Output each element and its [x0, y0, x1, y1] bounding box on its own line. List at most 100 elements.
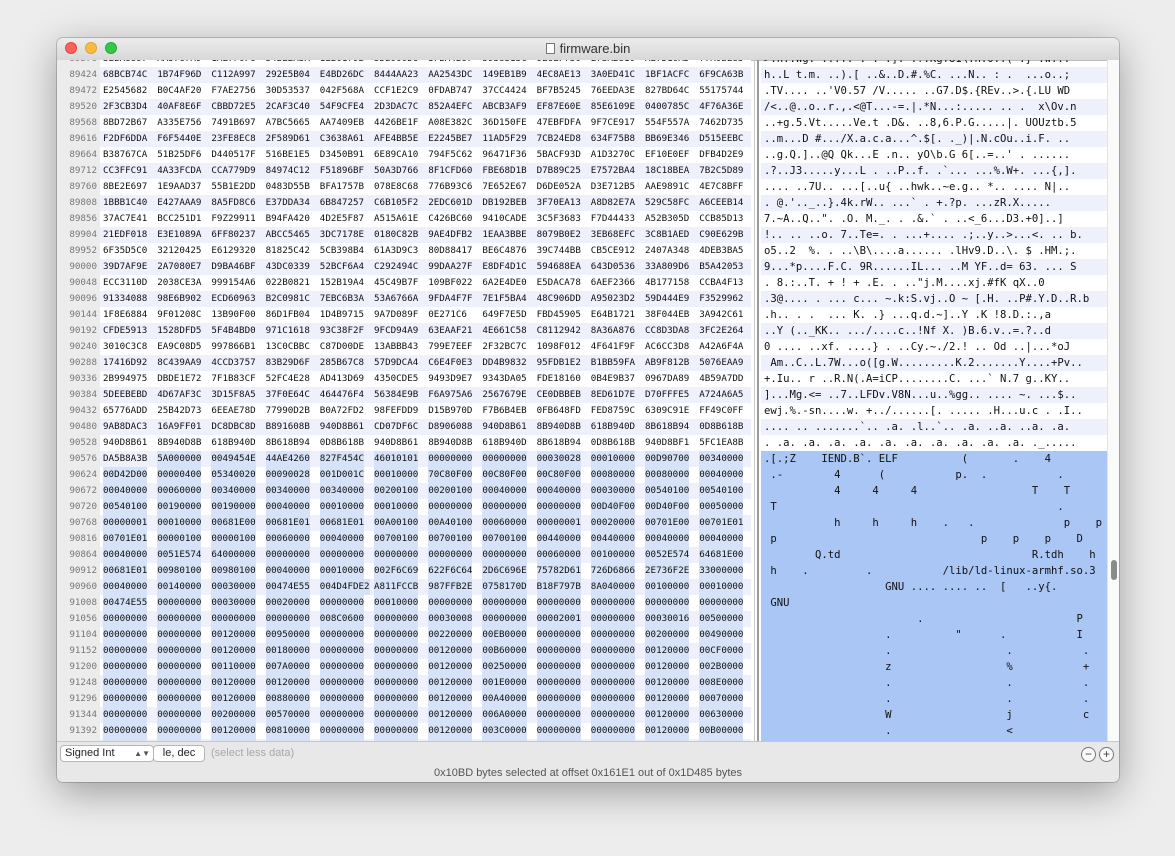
- hex-group[interactable]: 00000000: [590, 643, 636, 659]
- hex-group[interactable]: EA9C08D5: [157, 339, 201, 355]
- hex-group[interactable]: 9A7D089F: [374, 307, 418, 323]
- hex-group[interactable]: 00030000: [590, 483, 636, 499]
- hex-group[interactable]: DD4B9832: [482, 355, 526, 371]
- hex-group[interactable]: 8A5FD8C6: [211, 195, 255, 211]
- hex-row[interactable]: 90000 39D7AF9E 2A7080E7 D9BA46BF 43DC0339 52B…: [57, 259, 751, 275]
- ascii-row[interactable]: 9...*p....F.C. 9R......IL... ..M YF..d= …: [761, 259, 1107, 275]
- hex-group[interactable]: 00490000: [699, 627, 744, 643]
- ascii-row[interactable]: 4 4 4 T T: [761, 483, 1107, 499]
- hex-group[interactable]: 794F5C62: [428, 147, 472, 163]
- hex-group[interactable]: 00000000: [103, 659, 148, 675]
- hex-group[interactable]: 00220000: [428, 627, 473, 643]
- ascii-row[interactable]: ..g.Q.]..@Q Qk...E .n.. yO\b.G 6[..=..' …: [761, 147, 1107, 163]
- hex-group[interactable]: 8B940D8B: [428, 435, 472, 451]
- hex-group[interactable]: 7EBC6B3A: [320, 291, 364, 307]
- hex-group[interactable]: 00000000: [157, 675, 202, 691]
- hex-row[interactable]: 90576 DA5B8A3B 5A000000 0049454E 44AE4260 827…: [57, 451, 751, 467]
- hex-row[interactable]: 89904 21EDF018 E3E1089A 6FF80237 ABCC5465 3DC…: [57, 227, 751, 243]
- hex-group[interactable]: 0D8B618B: [699, 419, 743, 435]
- ascii-row[interactable]: GNU: [761, 595, 1107, 611]
- hex-group[interactable]: 4E7C8BFF: [699, 179, 743, 195]
- hex-group[interactable]: 1EB0179B: [320, 60, 364, 67]
- hex-group[interactable]: AD413D69: [320, 371, 364, 387]
- hex-group[interactable]: 00000000: [319, 627, 365, 643]
- hex-group[interactable]: 0B4E9B37: [591, 371, 635, 387]
- hex-group[interactable]: F7B6B4EB: [482, 403, 526, 419]
- hex-group[interactable]: 33A809D6: [645, 259, 689, 275]
- hex-group[interactable]: 00681E01: [265, 515, 310, 531]
- hex-group[interactable]: 9F7CE917: [591, 115, 635, 131]
- hex-group[interactable]: 00000000: [536, 691, 581, 707]
- hex-group[interactable]: 00D42D00: [103, 467, 148, 483]
- hex-group[interactable]: D6DE052A: [537, 179, 581, 195]
- add-inspector-button[interactable]: +: [1099, 747, 1114, 762]
- hex-group[interactable]: 00B00000: [699, 723, 744, 739]
- hex-group[interactable]: 00080000: [645, 467, 690, 483]
- hex-group[interactable]: 00000400: [157, 467, 202, 483]
- hex-group[interactable]: 8ED61D7E: [591, 387, 635, 403]
- hex-group[interactable]: 00000001: [103, 515, 148, 531]
- hex-group[interactable]: 00040000: [536, 483, 581, 499]
- hex-group[interactable]: 3C8B1AED: [645, 227, 689, 243]
- hex-group[interactable]: 285B67C8: [320, 355, 364, 371]
- hex-group[interactable]: CCA779D9: [211, 163, 255, 179]
- hex-group[interactable]: 30D53537: [266, 83, 310, 99]
- hex-group[interactable]: 002F6C69: [374, 563, 419, 579]
- hex-group[interactable]: 00000000: [319, 675, 365, 691]
- hex-row[interactable]: 89424 68BCB74C 1B74F96D C112A997 292E5B04 E4B…: [57, 67, 751, 83]
- hex-row[interactable]: 90768 00000001 00010000 00681E00 00681E01 006…: [57, 515, 751, 531]
- hex-group[interactable]: 00000000: [157, 723, 202, 739]
- hex-group[interactable]: 61A3D9C3: [374, 243, 418, 259]
- hex-group[interactable]: 00000000: [157, 691, 202, 707]
- hex-group[interactable]: 971C1618: [266, 323, 310, 339]
- ascii-row[interactable]: .[.;Z IEND.B`. ELF ( . 4: [761, 451, 1107, 467]
- hex-group[interactable]: 00000000: [319, 691, 365, 707]
- hex-group[interactable]: 33000000: [699, 563, 744, 579]
- hex-group[interactable]: E2245BE7: [428, 131, 472, 147]
- hex-group[interactable]: 00120000: [265, 675, 310, 691]
- hex-group[interactable]: 00000001: [536, 515, 581, 531]
- hex-group[interactable]: 00A00100: [374, 515, 419, 531]
- hex-group[interactable]: 00880000: [265, 691, 310, 707]
- hex-row[interactable]: 90144 1F8E6884 9F01208C 13B90F00 86D1FB04 1D4…: [57, 307, 751, 323]
- hex-group[interactable]: 00040000: [699, 467, 744, 483]
- hex-group[interactable]: CC8D3DA8: [645, 323, 689, 339]
- data-type-select[interactable]: Signed Int ▲▼: [60, 745, 154, 762]
- ascii-row[interactable]: 0 .... ..xf. ....} . ..Cy.~./2.! .. Od .…: [761, 339, 1107, 355]
- hex-group[interactable]: 2F3CB3D4: [103, 99, 147, 115]
- hex-group[interactable]: 00120000: [428, 691, 473, 707]
- hex-group[interactable]: F7AE2756: [211, 83, 255, 99]
- ascii-row[interactable]: .3@.... . ... c... ~.k:S.vj..O ~ [.H. ..…: [761, 291, 1107, 307]
- hex-group[interactable]: 00120000: [428, 659, 473, 675]
- hex-group[interactable]: 00340000: [699, 451, 744, 467]
- hex-group[interactable]: 00000000: [374, 723, 419, 739]
- hex-group[interactable]: 63EAAF21: [428, 323, 472, 339]
- hex-group[interactable]: 0FB648FD: [537, 403, 581, 419]
- hex-group[interactable]: AA7409EB: [320, 115, 364, 131]
- hex-group[interactable]: 4E661C58: [482, 323, 526, 339]
- hex-group[interactable]: 37F0E64C: [266, 387, 310, 403]
- hex-group[interactable]: 7F1B83CF: [211, 371, 255, 387]
- hex-group[interactable]: 4426BE1F: [374, 115, 418, 131]
- hex-group[interactable]: 7E652E67: [482, 179, 526, 195]
- hex-group[interactable]: C112A997: [211, 67, 255, 83]
- hex-group[interactable]: 00340000: [265, 483, 310, 499]
- hex-group[interactable]: 40AF8E6F: [157, 99, 201, 115]
- hex-group[interactable]: 9FDA4F7F: [428, 291, 472, 307]
- hex-group[interactable]: 00000000: [157, 659, 202, 675]
- hex-group[interactable]: 149EB1B9: [482, 67, 526, 83]
- hex-row[interactable]: 91104 00000000 00000000 00120000 00950000 000…: [57, 627, 751, 643]
- hex-group[interactable]: 00474E55: [103, 595, 148, 611]
- hex-group[interactable]: 54F9CFE4: [320, 99, 364, 115]
- hex-group[interactable]: 554F557A: [645, 115, 689, 131]
- hex-group[interactable]: FDE18160: [537, 371, 581, 387]
- hex-group[interactable]: 00700100: [428, 531, 473, 547]
- hex-group[interactable]: 00000000: [590, 723, 636, 739]
- hex-group[interactable]: 50A3D766: [374, 163, 418, 179]
- hex-group[interactable]: 1098F012: [537, 339, 581, 355]
- hex-group[interactable]: CCB85D13: [699, 211, 743, 227]
- hex-group[interactable]: 00010000: [157, 515, 202, 531]
- hex-group[interactable]: 00250000: [482, 659, 527, 675]
- ascii-row[interactable]: T .: [761, 499, 1107, 515]
- hex-group[interactable]: EF10E0EF: [645, 147, 689, 163]
